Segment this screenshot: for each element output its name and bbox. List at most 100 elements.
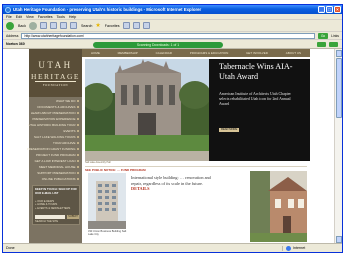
building-illustration: [88, 173, 126, 229]
norton-safe-web-icon[interactable]: [317, 42, 326, 47]
stop-icon[interactable]: [40, 22, 47, 29]
address-label: Address: [6, 33, 19, 38]
menu-file[interactable]: File: [6, 15, 12, 19]
topnav-membership[interactable]: MEMBERSHIP: [118, 51, 138, 55]
leftnav-item[interactable]: PRESERVATION EXPERIENCE: [32, 117, 79, 121]
leftnav-item[interactable]: ONLINE PUBLICATIONS: [42, 177, 79, 181]
building-photo[interactable]: [88, 173, 126, 229]
tabernacle-photo[interactable]: [85, 59, 209, 161]
globe-icon: [286, 245, 291, 251]
details-link[interactable]: DETAILS: [131, 186, 150, 191]
back-label[interactable]: Back: [18, 24, 26, 28]
email-input[interactable]: [35, 215, 65, 219]
menu-tools[interactable]: Tools: [57, 15, 65, 19]
scroll-thumb[interactable]: [336, 58, 342, 118]
forward-arrow-icon[interactable]: [29, 21, 37, 30]
internet-explorer-icon: [5, 6, 11, 13]
lower-body-text: International style building: … renovati…: [131, 175, 211, 186]
bullet-icon: [77, 112, 79, 114]
home-icon[interactable]: [60, 22, 67, 29]
topnav-calendar[interactable]: CALENDAR: [156, 51, 172, 55]
favorites-star-icon[interactable]: ★: [95, 23, 100, 29]
logo-text-utah: UTAH: [38, 60, 73, 70]
topnav-about[interactable]: ABOUT US: [286, 51, 301, 55]
signup-title: KEEP IN TOUCH: SIGN UP FOR OUR E-MAIL LI…: [35, 187, 77, 195]
menu-help[interactable]: Help: [69, 15, 76, 19]
security-zone: Internet: [282, 245, 342, 251]
back-arrow-icon[interactable]: [6, 21, 14, 30]
logo-text-heritage: HERITAGE: [31, 72, 80, 81]
lower-section-heading[interactable]: SEE PUBLIC NOTICE: … FUND PROGRAM: [85, 168, 215, 172]
leftnav-label: TOUR ARCHIVE: [53, 141, 76, 145]
featured-news: Tabernacle Wins AIA-Utah Award American …: [209, 59, 310, 161]
leftnav-item[interactable]: PROJECT FUND PROGRAM: [36, 153, 79, 157]
leftnav-label: PROJECT FUND PROGRAM: [36, 153, 76, 157]
leftnav-item[interactable]: WHAT WE DO: [56, 99, 79, 103]
site-logo[interactable]: UTAH HERITAGE FOUNDATION: [29, 49, 82, 97]
leftnav-item[interactable]: PRESERVATION GRANT FUNDING: [27, 147, 79, 151]
website: UTAH HERITAGE FOUNDATION HOME MEMBERSHIP…: [27, 49, 310, 244]
leftnav-label: DOCUMENTS & ARCHIVES: [37, 105, 76, 109]
news-summary: American Institute of Architects Utah Ch…: [219, 92, 291, 107]
signup-submit-button[interactable]: SUBMIT: [67, 215, 79, 219]
links-label[interactable]: Links: [331, 34, 342, 38]
menu-edit[interactable]: Edit: [16, 15, 22, 19]
refresh-icon[interactable]: [50, 22, 57, 29]
leftnav-label: LEARN ABOUT PRESERVATION: [30, 111, 76, 115]
status-text: Done: [6, 246, 15, 250]
signup-option[interactable]: + EVENTS & NEWSLETTERS: [35, 207, 70, 210]
leftnav-item[interactable]: DOCUMENTS & ARCHIVES: [37, 105, 79, 109]
bullet-icon: [77, 100, 79, 102]
leftnav-item[interactable]: EVENTS: [63, 129, 79, 133]
menu-favorites[interactable]: Favorites: [38, 15, 53, 19]
bullet-icon: [77, 136, 79, 138]
read-more-button[interactable]: READ MORE: [219, 128, 240, 132]
topnav-get-involved[interactable]: GET INVOLVED: [246, 51, 268, 55]
leftnav-item[interactable]: SALT LAKE WALKING TOURS: [34, 135, 79, 139]
norton-label[interactable]: Norton 360: [6, 42, 25, 46]
mail-icon[interactable]: [132, 22, 140, 29]
leftnav-label: GET A LOW INTEREST LOAN: [34, 159, 76, 163]
vertical-scrollbar[interactable]: [334, 49, 342, 244]
favorites-label[interactable]: Favorites: [105, 24, 120, 28]
bullet-icon: [77, 142, 79, 144]
tabernacle-illustration: [85, 59, 209, 161]
leftnav-label: SALT LAKE WALKING TOURS: [33, 135, 76, 139]
norton-controls: [317, 42, 338, 47]
leftnav-item[interactable]: UTAH HISTORIC BUILDING TOUR: [28, 123, 79, 127]
leftnav-item[interactable]: GET A LOW INTEREST LOAN: [35, 159, 79, 163]
address-input[interactable]: http://www.utahheritagefoundation.com/: [21, 32, 316, 39]
bullet-icon: [77, 172, 79, 174]
bullet-icon: [77, 166, 79, 168]
bullet-icon: [77, 154, 79, 156]
bullet-icon: [77, 124, 79, 126]
leftnav-item[interactable]: SUPPORT PRESERVATION: [37, 171, 79, 175]
topnav-home[interactable]: HOME: [91, 51, 100, 55]
menu-view[interactable]: View: [26, 15, 34, 19]
go-button[interactable]: Go: [318, 32, 329, 39]
leftnav-item[interactable]: MEET MEMORIAL HOUSE: [39, 165, 79, 169]
minimize-button[interactable]: _: [318, 6, 325, 13]
bullet-icon: [77, 118, 79, 120]
search-label[interactable]: Search: [81, 24, 92, 28]
scroll-up-icon[interactable]: [336, 50, 342, 57]
address-bar: Address http://www.utahheritagefoundatio…: [3, 32, 342, 40]
topnav-programs[interactable]: PROGRAMS & EDUCATION: [190, 51, 229, 55]
history-icon[interactable]: [122, 22, 130, 29]
maximize-button[interactable]: □: [326, 6, 333, 13]
browser-window: Utah Heritage Foundation - preserving Ut…: [2, 4, 343, 253]
news-headline[interactable]: Tabernacle Wins AIA-Utah Award: [219, 62, 307, 81]
search-site-label[interactable]: SEARCH THE SITE: [35, 220, 58, 223]
bullet-icon: [77, 178, 79, 180]
leftnav-item[interactable]: LEARN ABOUT PRESERVATION: [31, 111, 79, 115]
close-button[interactable]: ×: [334, 6, 341, 13]
print-icon[interactable]: [142, 22, 150, 29]
leftnav-label: ONLINE PUBLICATIONS: [41, 177, 76, 181]
house-photo[interactable]: [250, 171, 307, 242]
leftnav-item[interactable]: TOUR ARCHIVE: [53, 141, 79, 145]
search-icon[interactable]: [70, 22, 77, 29]
scroll-down-icon[interactable]: [336, 236, 342, 243]
norton-identity-icon[interactable]: [329, 42, 338, 47]
page-viewport: UTAH HERITAGE FOUNDATION HOME MEMBERSHIP…: [3, 49, 336, 244]
building-caption: 333 Union Business Building Salt Lake Ci…: [88, 230, 127, 237]
